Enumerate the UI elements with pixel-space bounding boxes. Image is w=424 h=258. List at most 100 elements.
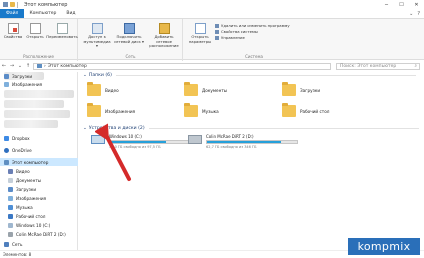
chevron-down-icon: ⌄ <box>83 126 87 131</box>
sidebar-item-this-pc[interactable]: Этот компьютер <box>0 158 78 166</box>
tab-file[interactable]: Файл <box>0 9 25 18</box>
drive-usage-bar <box>206 140 298 144</box>
folders-header[interactable]: ⌄ Папки (6) <box>83 73 416 78</box>
folder-downloads[interactable]: Загрузки <box>282 82 320 96</box>
system-links: Удалить или изменить программу Свойства … <box>215 23 290 41</box>
location-group: Свойства Открыть Переименовать Расположе… <box>0 19 78 61</box>
search-icon: ⌕ <box>414 64 417 69</box>
rename-icon <box>56 23 68 34</box>
properties-button[interactable]: Свойства <box>3 23 23 40</box>
download-icon <box>4 73 9 79</box>
maximize-button[interactable]: ☐ <box>394 0 409 9</box>
window-title: Этот компьютер <box>24 1 68 8</box>
computer-icon <box>4 159 9 165</box>
sidebar-item-network[interactable]: Сеть <box>4 240 22 248</box>
sidebar-item-desktop[interactable]: Рабочий стол <box>8 212 45 220</box>
folder-video[interactable]: Видео <box>87 82 119 96</box>
chevron-right-icon: › <box>44 63 46 69</box>
sidebar-item-pictures[interactable]: Изображения <box>4 80 42 88</box>
ribbon: Свойства Открыть Переименовать Расположе… <box>0 18 424 61</box>
chevron-down-icon: ⌄ <box>83 73 87 78</box>
tab-view[interactable]: Вид <box>61 9 80 18</box>
chevron-down-icon[interactable]: ⌄ <box>409 11 413 17</box>
drive-icon <box>8 231 13 237</box>
folder-documents[interactable]: Документы <box>184 82 227 96</box>
network-icon <box>4 241 9 247</box>
documents-icon <box>8 177 13 183</box>
sidebar-item-documents[interactable]: Документы <box>8 176 41 184</box>
address-path[interactable]: › Этот компьютер <box>33 62 331 70</box>
quick-access-toolbar <box>3 1 18 8</box>
tab-computer[interactable]: Компьютер <box>24 9 61 18</box>
download-icon <box>8 186 13 192</box>
back-arrow-icon[interactable]: ← <box>0 63 8 69</box>
desktop-icon <box>8 213 13 219</box>
network-group: Доступ к мультимедиа ▾ Подключить сетево… <box>79 19 183 61</box>
pictures-icon <box>8 195 13 201</box>
header-divider <box>115 75 416 76</box>
folder-pictures[interactable]: Изображения <box>87 103 135 117</box>
chevron-down-icon[interactable]: ⌄ <box>16 63 24 69</box>
red-arrow-annotation <box>95 123 131 181</box>
folder-desktop[interactable]: Рабочий стол <box>282 103 329 117</box>
downloads-folder-icon <box>282 82 296 96</box>
sidebar-item-onedrive[interactable]: OneDrive <box>4 146 32 154</box>
sidebar-item-downloads[interactable]: Загрузки <box>4 72 32 80</box>
dropbox-icon <box>4 135 9 141</box>
programs-icon <box>215 24 219 28</box>
pictures-icon <box>4 81 9 87</box>
blurred-item <box>4 120 58 128</box>
drive-d[interactable]: Colin McRae DiRT 2 (D:) 62,7 ГБ свободно… <box>188 134 298 150</box>
drive-usage-fill <box>207 141 281 143</box>
explorer-window: Этот компьютер ─ ☐ ✕ Файл Компьютер Вид … <box>0 0 424 258</box>
media-icon <box>91 23 103 34</box>
window-controls: ─ ☐ ✕ <box>379 0 424 9</box>
help-icon[interactable]: ? <box>417 11 420 17</box>
music-icon <box>8 204 13 210</box>
blurred-item <box>4 110 70 118</box>
close-button[interactable]: ✕ <box>409 0 424 9</box>
sidebar-item-music[interactable]: Музыка <box>8 203 33 211</box>
forward-arrow-icon[interactable]: → <box>8 63 16 69</box>
sidebar-item-drive-c[interactable]: Windows 10 (C:) <box>8 221 50 229</box>
group-label: Сеть <box>125 54 136 59</box>
network-drive-icon <box>123 23 135 34</box>
manage-icon <box>215 36 219 40</box>
rename-button[interactable]: Переименовать <box>46 23 78 40</box>
group-label: Расположение <box>23 54 54 59</box>
desktop-folder-icon <box>282 103 296 117</box>
sidebar-item-dropbox[interactable]: Dropbox <box>4 134 30 142</box>
group-label: Система <box>245 54 263 59</box>
media-access-button[interactable]: Доступ к мультимедиа ▾ <box>82 23 112 49</box>
cloud-icon <box>4 147 9 153</box>
sidebar-item-drive-d[interactable]: Colin McRae DiRT 2 (D:) <box>8 230 66 238</box>
up-arrow-icon[interactable]: ↑ <box>24 63 32 69</box>
computer-icon <box>37 64 42 68</box>
folder-music[interactable]: Музыка <box>184 103 219 117</box>
sidebar-item-downloads-2[interactable]: Загрузки <box>8 185 36 193</box>
toolbar-divider <box>17 1 18 8</box>
search-input[interactable]: Поиск: Этот компьютер ⌕ <box>336 62 420 70</box>
blurred-item <box>4 100 64 108</box>
system-icon <box>215 30 219 34</box>
minimize-button[interactable]: ─ <box>379 0 394 9</box>
properties-icon <box>7 23 19 34</box>
manage-link[interactable]: Управление <box>215 35 290 41</box>
arrow-head <box>95 123 109 142</box>
add-network-location-button[interactable]: Добавить сетевое расположение <box>146 23 182 49</box>
map-network-drive-button[interactable]: Подключить сетевой диск ▾ <box>114 23 144 44</box>
pictures-folder-icon <box>87 103 101 117</box>
watermark-logo: kompmix <box>348 238 420 255</box>
sidebar-item-pictures-2[interactable]: Изображения <box>8 194 46 202</box>
open-settings-button[interactable]: Открыть параметры <box>187 23 213 44</box>
sidebar-item-video[interactable]: Видео <box>8 167 30 175</box>
blurred-item <box>4 90 74 98</box>
open-button[interactable]: Открыть <box>25 23 45 40</box>
open-icon <box>29 23 41 34</box>
documents-folder-icon <box>184 82 198 96</box>
title-bar: Этот компьютер ─ ☐ ✕ <box>0 0 424 9</box>
disc-drive-icon <box>188 135 202 144</box>
folder-icon[interactable] <box>10 2 15 7</box>
properties-icon[interactable] <box>3 2 8 7</box>
ribbon-controls: ⌄ ? <box>409 11 420 17</box>
